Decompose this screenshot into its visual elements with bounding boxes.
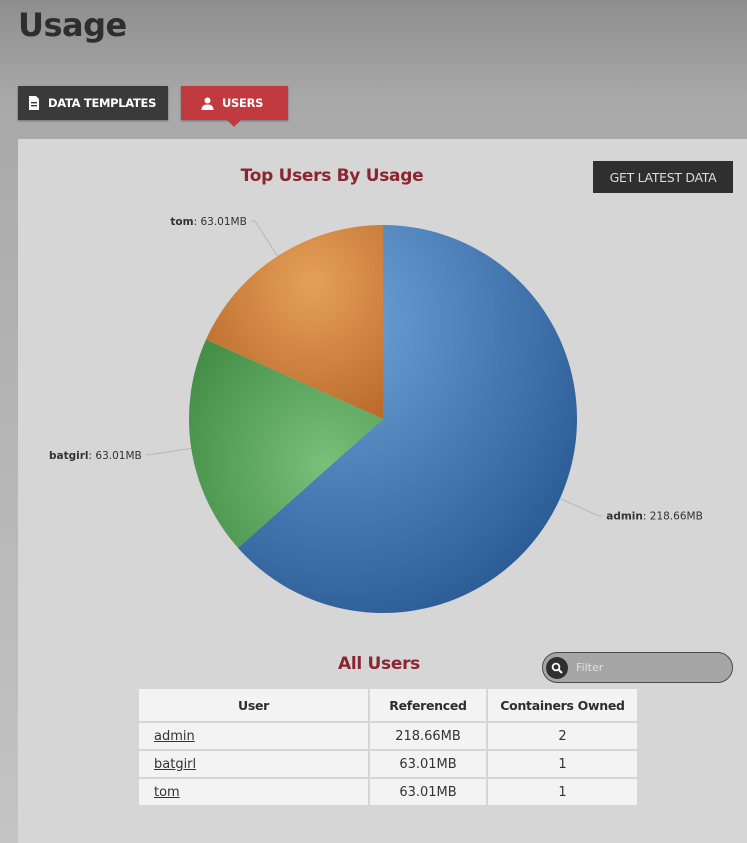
document-icon bbox=[28, 96, 40, 110]
table-row: tom 63.01MB 1 bbox=[139, 777, 637, 805]
table-row: batgirl 63.01MB 1 bbox=[139, 749, 637, 778]
column-header-user[interactable]: User bbox=[139, 689, 369, 723]
user-link[interactable]: admin bbox=[154, 729, 195, 744]
column-header-containers-owned[interactable]: Containers Owned bbox=[486, 689, 637, 723]
usage-panel: Top Users By Usage GET LATEST DATA admin… bbox=[18, 139, 747, 843]
all-users-title: All Users bbox=[338, 654, 420, 674]
containers-cell: 1 bbox=[486, 777, 637, 805]
pie-chart: admin: 218.66MB batgirl: 63.01MB tom: 63.0… bbox=[49, 216, 703, 613]
search-icon bbox=[546, 656, 568, 679]
users-table: User Referenced Containers Owned admin 2… bbox=[139, 689, 637, 805]
containers-cell: 2 bbox=[486, 721, 637, 750]
pie-connector-batgirl bbox=[145, 447, 192, 456]
table-row: admin 218.66MB 2 bbox=[139, 721, 637, 750]
column-header-referenced[interactable]: Referenced bbox=[368, 689, 487, 723]
user-link[interactable]: batgirl bbox=[154, 757, 196, 772]
tab-label: DATA TEMPLATES bbox=[48, 96, 157, 110]
tab-label: USERS bbox=[222, 96, 264, 110]
pie-connector-admin bbox=[559, 498, 603, 517]
user-cell: batgirl bbox=[139, 749, 369, 778]
filter-box[interactable] bbox=[542, 652, 733, 683]
filter-input[interactable] bbox=[574, 660, 728, 675]
user-icon bbox=[201, 97, 214, 110]
pie-label-admin: admin: 218.66MB bbox=[606, 511, 703, 523]
referenced-cell: 63.01MB bbox=[368, 749, 487, 778]
page-title: Usage bbox=[18, 6, 127, 44]
referenced-cell: 63.01MB bbox=[368, 777, 487, 805]
tab-data-templates[interactable]: DATA TEMPLATES bbox=[18, 86, 168, 120]
pie-connector-tom bbox=[250, 220, 279, 257]
user-cell: tom bbox=[139, 777, 369, 805]
user-cell: admin bbox=[139, 721, 369, 750]
user-link[interactable]: tom bbox=[154, 785, 180, 800]
referenced-cell: 218.66MB bbox=[368, 721, 487, 750]
pie-label-tom: tom: 63.01MB bbox=[170, 216, 246, 228]
containers-cell: 1 bbox=[486, 749, 637, 778]
pie-label-batgirl: batgirl: 63.01MB bbox=[49, 450, 142, 462]
tab-users[interactable]: USERS bbox=[181, 86, 288, 127]
